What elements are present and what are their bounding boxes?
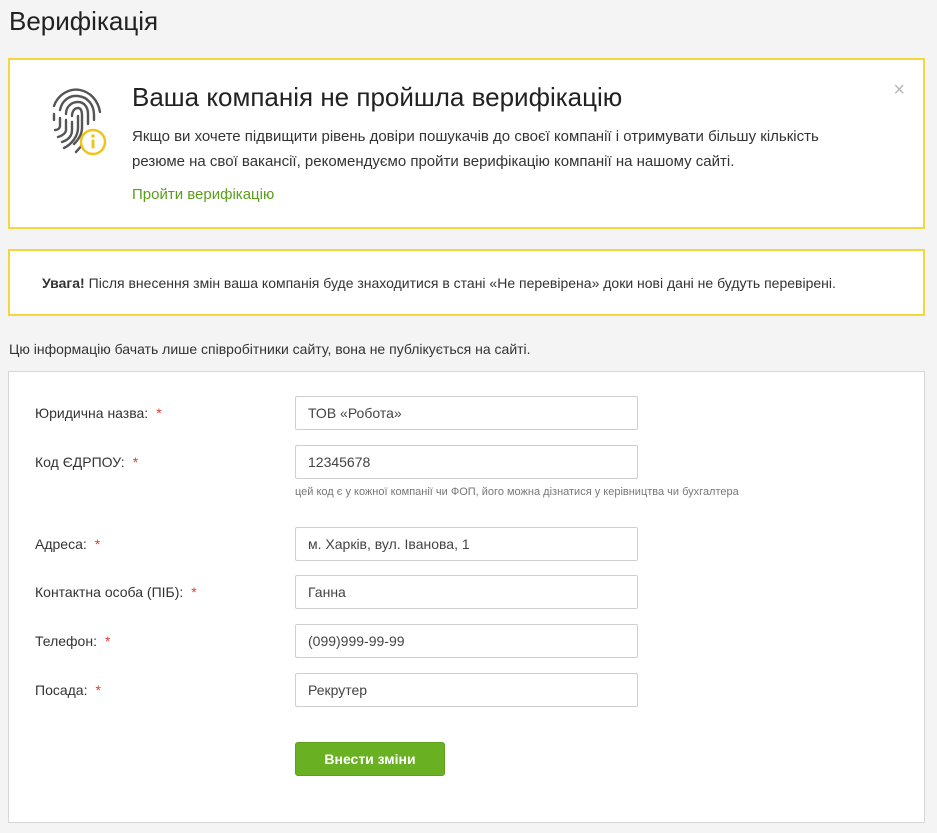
contact-input[interactable]	[295, 575, 638, 609]
submit-changes-button[interactable]: Внести зміни	[295, 742, 445, 776]
position-label-text: Посада:	[35, 682, 88, 698]
legal-name-label: Юридична назва: *	[35, 405, 162, 421]
address-input[interactable]	[295, 527, 638, 561]
warning-strong: Увага!	[42, 274, 85, 291]
required-mark: *	[156, 405, 162, 421]
warning-text: Після внесення змін ваша компанія буде з…	[88, 274, 836, 291]
legal-name-input[interactable]	[295, 396, 638, 430]
fingerprint-info-icon	[48, 86, 108, 158]
page-title: Верифікація	[9, 6, 159, 36]
contact-label: Контактна особа (ПІБ): *	[35, 584, 197, 600]
warning-banner: Увага! Після внесення змін ваша компанія…	[8, 249, 925, 316]
required-mark: *	[94, 536, 101, 552]
close-icon[interactable]: ×	[893, 80, 905, 100]
info-text: Цю інформацію бачать лише співробітники …	[9, 341, 531, 357]
phone-input[interactable]	[295, 624, 638, 658]
edrpou-label-text: Код ЄДРПОУ:	[35, 454, 125, 470]
address-label-text: Адреса:	[35, 536, 87, 552]
edrpou-input[interactable]	[295, 445, 638, 479]
required-mark: *	[191, 584, 197, 600]
required-mark: *	[95, 682, 101, 698]
alert-text: Якщо ви хочете підвищити рівень довіри п…	[132, 128, 819, 170]
phone-label: Телефон: *	[35, 633, 110, 649]
alert-title: Ваша компанія не пройшла верифікацію	[132, 82, 623, 112]
contact-label-text: Контактна особа (ПІБ):	[35, 584, 184, 600]
address-label: Адреса: *	[35, 536, 100, 552]
required-mark: *	[104, 633, 111, 649]
required-mark: *	[132, 454, 139, 470]
position-label: Посада: *	[35, 682, 101, 698]
company-form: Юридична назва: * Код ЄДРПОУ: * цей код є …	[8, 371, 925, 823]
edrpou-label: Код ЄДРПОУ: *	[35, 454, 138, 470]
phone-label-text: Телефон:	[35, 633, 97, 649]
legal-name-label-text: Юридична назва:	[35, 405, 149, 421]
edrpou-hint: цей код є у кожної компанії чи ФОП, його…	[295, 486, 739, 498]
verification-alert: Ваша компанія не пройшла верифікацію Якщ…	[8, 58, 925, 229]
position-input[interactable]	[295, 673, 638, 707]
start-verification-link[interactable]: Пройти верифікацію	[132, 186, 274, 203]
